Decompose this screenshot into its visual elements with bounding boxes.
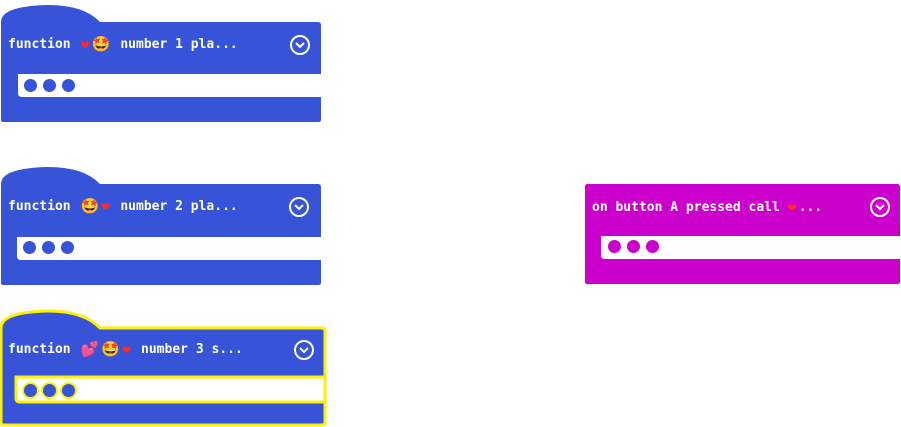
chevron-down-icon[interactable] [294,340,314,360]
event-label: on button A pressed call [592,200,788,215]
chevron-down-icon[interactable] [290,35,310,55]
dot [646,240,659,253]
function-block-number-1[interactable]: function ❤ 🤩 number 1 pla... [0,0,322,124]
function-name-label: number 2 pla... [120,199,238,214]
parameter-dots[interactable] [608,240,659,253]
chevron-down-icon[interactable] [870,197,890,217]
dot [43,79,56,92]
heart-icon: ❤ [80,35,90,53]
dot [627,240,640,253]
function-block-shape [1,167,321,285]
parameter-dots[interactable] [23,241,74,254]
function-name-label: number 1 pla... [120,37,238,52]
event-block-shape [585,184,900,284]
chevron-down-icon[interactable] [289,197,309,217]
function-keyword: function [8,37,71,52]
heart-icon: ❤ [787,198,797,216]
dot [23,241,36,254]
dot [43,384,56,397]
heart-icon: ❤ [101,197,111,215]
star-struck-face-icon: 🤩 [80,197,100,215]
star-struck-face-icon: 🤩 [101,340,120,358]
dot [61,241,74,254]
dot [608,240,621,253]
parameter-dots[interactable] [24,384,75,397]
function-block-shape [0,309,327,427]
function-block-shape [1,5,321,122]
function-block-number-2[interactable]: function 🤩 ❤ number 2 pla... [0,165,322,287]
dot [42,241,55,254]
dot [24,79,37,92]
dot [62,384,75,397]
two-hearts-icon: 💕 [80,340,100,358]
heart-icon: ❤ [122,340,132,358]
event-block-button-a-pressed[interactable]: on button A pressed call ❤ ... [584,183,901,286]
function-name-label: number 3 s... [141,342,243,357]
parameter-dots[interactable] [24,79,75,92]
dot [24,384,37,397]
star-struck-face-icon: 🤩 [91,35,111,53]
function-keyword: function [8,199,71,214]
function-block-number-3-selected[interactable]: function 💕 🤩 ❤ number 3 s... [0,308,328,427]
dot [62,79,75,92]
event-label-ellipsis: ... [798,200,823,215]
function-keyword: function [8,342,71,357]
